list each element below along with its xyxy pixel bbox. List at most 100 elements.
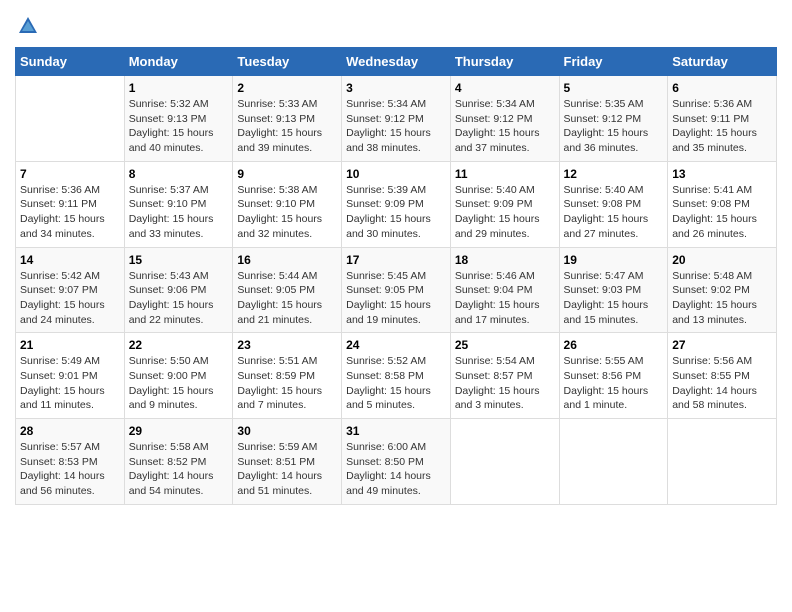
day-info: Sunrise: 5:39 AM Sunset: 9:09 PM Dayligh… xyxy=(346,183,446,242)
day-info: Sunrise: 5:45 AM Sunset: 9:05 PM Dayligh… xyxy=(346,269,446,328)
day-number: 23 xyxy=(237,338,337,352)
week-row-1: 1 Sunrise: 5:32 AM Sunset: 9:13 PM Daylig… xyxy=(16,76,777,162)
day-number: 3 xyxy=(346,81,446,95)
day-number: 2 xyxy=(237,81,337,95)
day-info: Sunrise: 5:42 AM Sunset: 9:07 PM Dayligh… xyxy=(20,269,120,328)
day-info: Sunrise: 5:38 AM Sunset: 9:10 PM Dayligh… xyxy=(237,183,337,242)
day-number: 1 xyxy=(129,81,229,95)
page-header xyxy=(15,15,777,37)
calendar-table: SundayMondayTuesdayWednesdayThursdayFrid… xyxy=(15,47,777,505)
day-info: Sunrise: 5:35 AM Sunset: 9:12 PM Dayligh… xyxy=(564,97,664,156)
day-info: Sunrise: 5:43 AM Sunset: 9:06 PM Dayligh… xyxy=(129,269,229,328)
week-row-2: 7Sunrise: 5:36 AM Sunset: 9:11 PM Daylig… xyxy=(16,161,777,247)
calendar-cell: 30Sunrise: 5:59 AM Sunset: 8:51 PM Dayli… xyxy=(233,419,342,505)
day-info: Sunrise: 5:58 AM Sunset: 8:52 PM Dayligh… xyxy=(129,440,229,499)
day-info: Sunrise: 5:37 AM Sunset: 9:10 PM Dayligh… xyxy=(129,183,229,242)
calendar-cell xyxy=(559,419,668,505)
calendar-cell: 23 Sunrise: 5:51 AM Sunset: 8:59 PM Dayli… xyxy=(233,333,342,419)
header-saturday: Saturday xyxy=(668,48,777,76)
day-number: 16 xyxy=(237,253,337,267)
week-row-5: 28 Sunrise: 5:57 AM Sunset: 8:53 PM Dayli… xyxy=(16,419,777,505)
day-number: 9 xyxy=(237,167,337,181)
day-info: Sunrise: 5:49 AM Sunset: 9:01 PM Dayligh… xyxy=(20,354,120,413)
day-info: Sunrise: 5:47 AM Sunset: 9:03 PM Dayligh… xyxy=(564,269,664,328)
calendar-cell xyxy=(668,419,777,505)
calendar-cell: 2 Sunrise: 5:33 AM Sunset: 9:13 PM Daylig… xyxy=(233,76,342,162)
header-friday: Friday xyxy=(559,48,668,76)
calendar-cell: 31 Sunrise: 6:00 AM Sunset: 8:50 PM Dayli… xyxy=(342,419,451,505)
day-info: Sunrise: 5:40 AM Sunset: 9:09 PM Dayligh… xyxy=(455,183,555,242)
calendar-cell: 10 Sunrise: 5:39 AM Sunset: 9:09 PM Dayli… xyxy=(342,161,451,247)
calendar-cell: 19 Sunrise: 5:47 AM Sunset: 9:03 PM Dayli… xyxy=(559,247,668,333)
calendar-cell: 5Sunrise: 5:35 AM Sunset: 9:12 PM Daylig… xyxy=(559,76,668,162)
day-number: 30 xyxy=(237,424,337,438)
day-info: Sunrise: 5:34 AM Sunset: 9:12 PM Dayligh… xyxy=(346,97,446,156)
day-info: Sunrise: 5:32 AM Sunset: 9:13 PM Dayligh… xyxy=(129,97,229,156)
calendar-cell: 22 Sunrise: 5:50 AM Sunset: 9:00 PM Dayli… xyxy=(124,333,233,419)
header-sunday: Sunday xyxy=(16,48,125,76)
day-info: Sunrise: 5:40 AM Sunset: 9:08 PM Dayligh… xyxy=(564,183,664,242)
day-number: 28 xyxy=(20,424,120,438)
day-number: 20 xyxy=(672,253,772,267)
day-number: 24 xyxy=(346,338,446,352)
calendar-cell: 8 Sunrise: 5:37 AM Sunset: 9:10 PM Daylig… xyxy=(124,161,233,247)
day-info: Sunrise: 5:56 AM Sunset: 8:55 PM Dayligh… xyxy=(672,354,772,413)
day-number: 17 xyxy=(346,253,446,267)
calendar-cell: 26Sunrise: 5:55 AM Sunset: 8:56 PM Dayli… xyxy=(559,333,668,419)
day-info: Sunrise: 5:54 AM Sunset: 8:57 PM Dayligh… xyxy=(455,354,555,413)
calendar-header: SundayMondayTuesdayWednesdayThursdayFrid… xyxy=(16,48,777,76)
day-number: 6 xyxy=(672,81,772,95)
day-number: 22 xyxy=(129,338,229,352)
day-info: Sunrise: 6:00 AM Sunset: 8:50 PM Dayligh… xyxy=(346,440,446,499)
calendar-cell: 25Sunrise: 5:54 AM Sunset: 8:57 PM Dayli… xyxy=(450,333,559,419)
day-info: Sunrise: 5:46 AM Sunset: 9:04 PM Dayligh… xyxy=(455,269,555,328)
week-row-3: 14 Sunrise: 5:42 AM Sunset: 9:07 PM Dayli… xyxy=(16,247,777,333)
calendar-cell xyxy=(450,419,559,505)
calendar-cell: 14 Sunrise: 5:42 AM Sunset: 9:07 PM Dayli… xyxy=(16,247,125,333)
calendar-cell: 24 Sunrise: 5:52 AM Sunset: 8:58 PM Dayli… xyxy=(342,333,451,419)
day-info: Sunrise: 5:36 AM Sunset: 9:11 PM Dayligh… xyxy=(20,183,120,242)
day-number: 10 xyxy=(346,167,446,181)
day-number: 21 xyxy=(20,338,120,352)
week-row-4: 21 Sunrise: 5:49 AM Sunset: 9:01 PM Dayli… xyxy=(16,333,777,419)
calendar-cell xyxy=(16,76,125,162)
day-info: Sunrise: 5:57 AM Sunset: 8:53 PM Dayligh… xyxy=(20,440,120,499)
calendar-cell: 9 Sunrise: 5:38 AM Sunset: 9:10 PM Daylig… xyxy=(233,161,342,247)
day-info: Sunrise: 5:51 AM Sunset: 8:59 PM Dayligh… xyxy=(237,354,337,413)
calendar-cell: 17 Sunrise: 5:45 AM Sunset: 9:05 PM Dayli… xyxy=(342,247,451,333)
day-number: 31 xyxy=(346,424,446,438)
calendar-cell: 4 Sunrise: 5:34 AM Sunset: 9:12 PM Daylig… xyxy=(450,76,559,162)
day-number: 14 xyxy=(20,253,120,267)
logo-icon xyxy=(17,15,39,37)
day-info: Sunrise: 5:48 AM Sunset: 9:02 PM Dayligh… xyxy=(672,269,772,328)
calendar-body: 1 Sunrise: 5:32 AM Sunset: 9:13 PM Daylig… xyxy=(16,76,777,505)
day-info: Sunrise: 5:52 AM Sunset: 8:58 PM Dayligh… xyxy=(346,354,446,413)
calendar-cell: 1 Sunrise: 5:32 AM Sunset: 9:13 PM Daylig… xyxy=(124,76,233,162)
day-number: 19 xyxy=(564,253,664,267)
calendar-cell: 12 Sunrise: 5:40 AM Sunset: 9:08 PM Dayli… xyxy=(559,161,668,247)
calendar-cell: 28 Sunrise: 5:57 AM Sunset: 8:53 PM Dayli… xyxy=(16,419,125,505)
day-number: 4 xyxy=(455,81,555,95)
calendar-cell: 6Sunrise: 5:36 AM Sunset: 9:11 PM Daylig… xyxy=(668,76,777,162)
header-monday: Monday xyxy=(124,48,233,76)
day-number: 8 xyxy=(129,167,229,181)
day-info: Sunrise: 5:34 AM Sunset: 9:12 PM Dayligh… xyxy=(455,97,555,156)
calendar-cell: 18Sunrise: 5:46 AM Sunset: 9:04 PM Dayli… xyxy=(450,247,559,333)
calendar-cell: 20 Sunrise: 5:48 AM Sunset: 9:02 PM Dayli… xyxy=(668,247,777,333)
day-info: Sunrise: 5:50 AM Sunset: 9:00 PM Dayligh… xyxy=(129,354,229,413)
calendar-cell: 3 Sunrise: 5:34 AM Sunset: 9:12 PM Daylig… xyxy=(342,76,451,162)
day-number: 15 xyxy=(129,253,229,267)
logo xyxy=(15,15,39,37)
calendar-cell: 16 Sunrise: 5:44 AM Sunset: 9:05 PM Dayli… xyxy=(233,247,342,333)
day-number: 13 xyxy=(672,167,772,181)
day-number: 12 xyxy=(564,167,664,181)
header-tuesday: Tuesday xyxy=(233,48,342,76)
calendar-cell: 7Sunrise: 5:36 AM Sunset: 9:11 PM Daylig… xyxy=(16,161,125,247)
calendar-cell: 11 Sunrise: 5:40 AM Sunset: 9:09 PM Dayli… xyxy=(450,161,559,247)
calendar-cell: 29 Sunrise: 5:58 AM Sunset: 8:52 PM Dayli… xyxy=(124,419,233,505)
day-info: Sunrise: 5:55 AM Sunset: 8:56 PM Dayligh… xyxy=(564,354,664,413)
day-number: 11 xyxy=(455,167,555,181)
day-info: Sunrise: 5:44 AM Sunset: 9:05 PM Dayligh… xyxy=(237,269,337,328)
day-info: Sunrise: 5:33 AM Sunset: 9:13 PM Dayligh… xyxy=(237,97,337,156)
day-number: 29 xyxy=(129,424,229,438)
